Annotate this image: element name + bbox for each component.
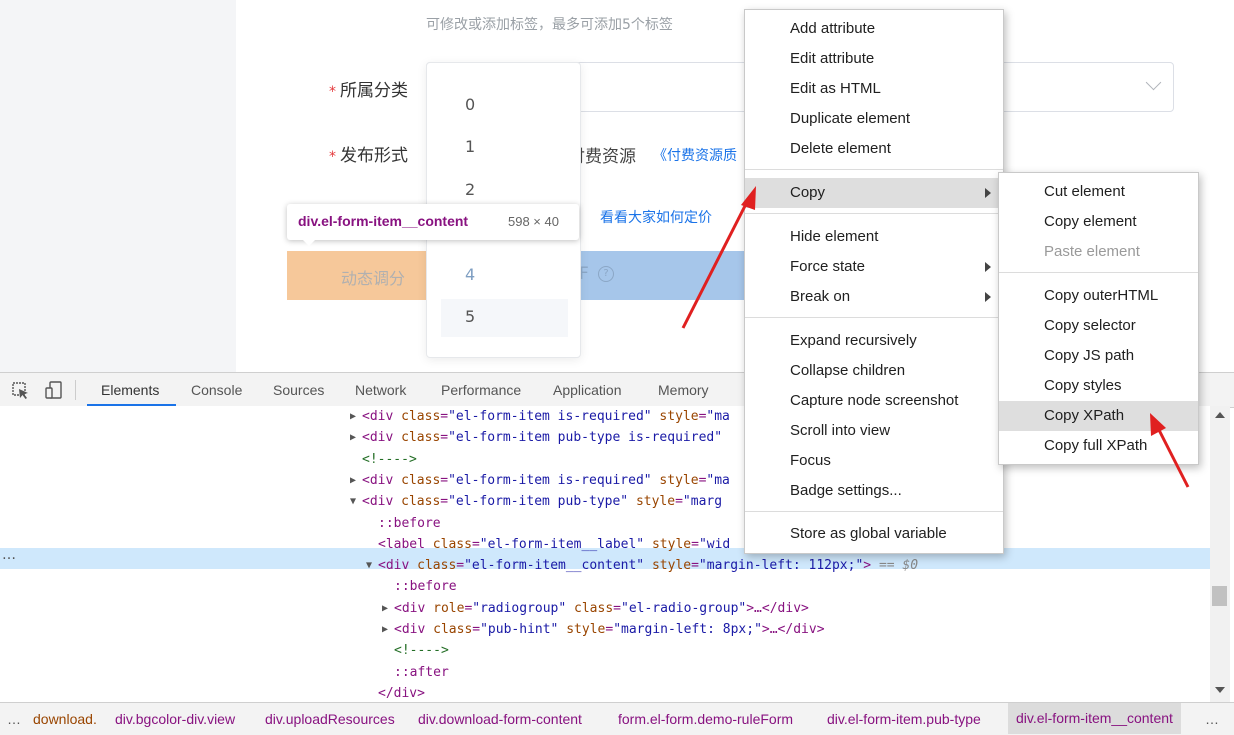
annotation-arrows (681, 186, 1190, 488)
red-arrow-icon (1150, 413, 1190, 488)
red-arrow-icon (681, 186, 756, 329)
